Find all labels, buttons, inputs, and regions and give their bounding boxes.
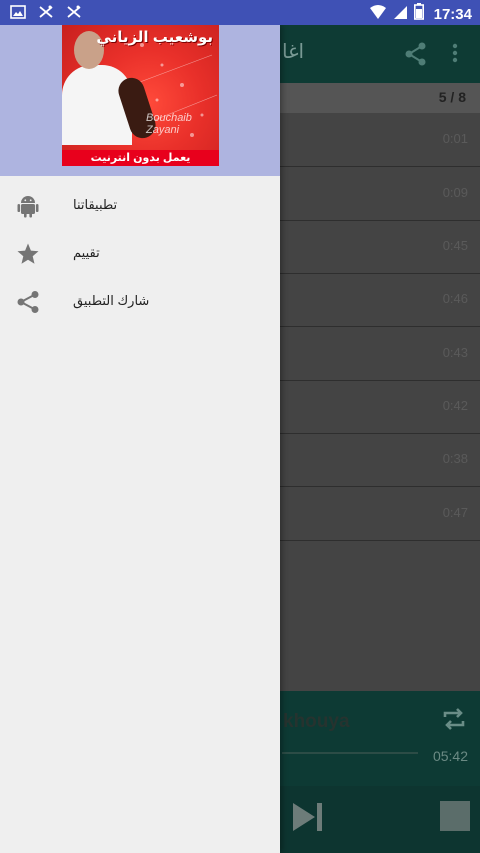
now-playing-duration: 05:42	[432, 748, 468, 764]
star-icon	[16, 242, 40, 266]
repeat-icon[interactable]	[440, 705, 468, 738]
android-icon	[16, 194, 40, 218]
status-bar: 17:34	[0, 0, 480, 25]
menu-item-rate[interactable]: تقييم	[0, 230, 280, 278]
track-duration: 0:42	[442, 398, 468, 413]
artist-name-latin: Bouchaib Zayani	[146, 112, 192, 136]
track-duration: 0:01	[442, 131, 468, 146]
drawer-menu: تطبيقاتنا تقييم شارك التطبيق	[0, 182, 280, 326]
track-duration: 0:38	[442, 451, 468, 466]
share-icon[interactable]	[405, 42, 427, 71]
more-options-icon[interactable]	[452, 43, 458, 68]
menu-item-our-apps[interactable]: تطبيقاتنا	[0, 182, 280, 230]
status-time: 17:34	[433, 5, 472, 23]
seek-bar[interactable]	[282, 752, 418, 754]
share-icon	[16, 290, 40, 314]
track-duration: 0:45	[442, 238, 468, 253]
notification-icon	[38, 4, 54, 25]
offline-banner: يعمل بدون انترنيت	[62, 150, 219, 166]
toolbar-title: اغا	[282, 41, 305, 63]
image-icon	[10, 4, 26, 25]
menu-item-share-app[interactable]: شارك التطبيق	[0, 278, 280, 326]
wifi-icon	[369, 4, 387, 25]
battery-icon	[413, 3, 424, 25]
track-duration: 0:46	[442, 291, 468, 306]
stop-button[interactable]	[440, 801, 470, 831]
track-duration: 0:09	[442, 185, 468, 200]
track-counter: 5 / 8	[438, 89, 466, 105]
menu-item-label: تطبيقاتنا	[73, 197, 118, 212]
drawer-header: بوشعيب الزياني Bouchaib Zayani يعمل بدون…	[0, 25, 280, 176]
menu-item-label: تقييم	[73, 245, 100, 260]
notification-icon	[66, 4, 82, 25]
artist-name-arabic: بوشعيب الزياني	[96, 29, 213, 46]
navigation-drawer: بوشعيب الزياني Bouchaib Zayani يعمل بدون…	[0, 25, 280, 853]
menu-item-label: شارك التطبيق	[73, 293, 150, 308]
artist-cover-image: بوشعيب الزياني Bouchaib Zayani يعمل بدون…	[62, 25, 219, 166]
now-playing-title: khouya	[283, 711, 350, 732]
track-duration: 0:43	[442, 345, 468, 360]
signal-icon	[393, 4, 408, 25]
track-duration: 0:47	[442, 505, 468, 520]
skip-next-icon[interactable]	[291, 801, 325, 838]
